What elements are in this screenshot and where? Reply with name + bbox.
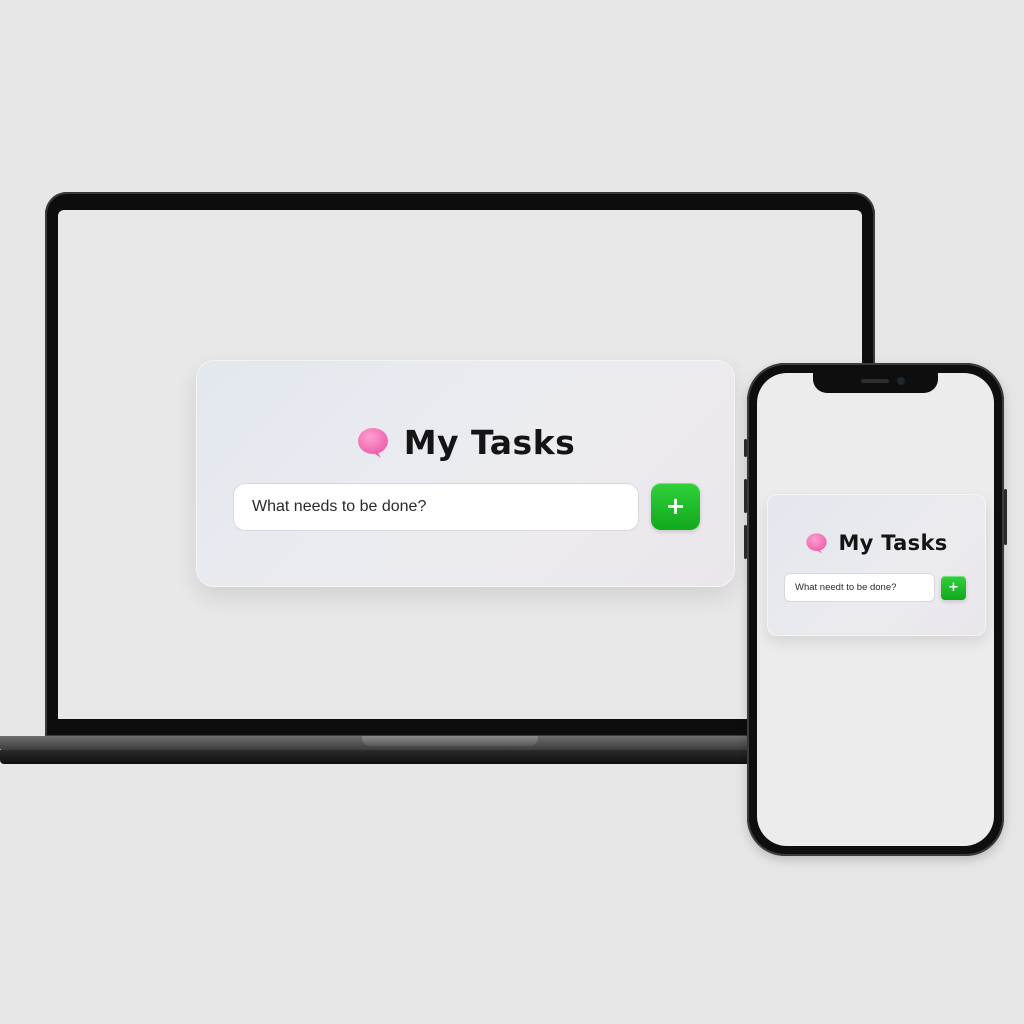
laptop-screen: My Tasks + [58, 210, 862, 719]
speech-bubble-icon [806, 532, 828, 554]
add-task-button[interactable]: + [651, 483, 700, 530]
phone-volume-button [744, 479, 747, 513]
phone-camera [897, 377, 905, 385]
laptop-base-edge [0, 750, 760, 764]
phone-notch [813, 373, 938, 393]
phone-volume-button [744, 439, 747, 457]
laptop-hinge-notch [362, 736, 538, 746]
new-task-input[interactable] [233, 483, 639, 531]
speech-bubble-icon [357, 427, 388, 458]
add-task-button-mobile[interactable]: + [941, 576, 966, 600]
page-title-mobile: My Tasks [838, 531, 948, 555]
phone-volume-button [744, 525, 747, 559]
task-card: My Tasks + [196, 360, 735, 587]
app-header-mobile: My Tasks [768, 531, 985, 555]
device-mockup-stage: My Tasks + [0, 0, 1024, 1024]
app-header: My Tasks [197, 423, 734, 462]
phone-power-button [1004, 489, 1007, 545]
phone-screen: My Tasks + [757, 373, 994, 846]
phone: My Tasks + [744, 363, 1007, 856]
task-card-mobile: My Tasks + [767, 494, 986, 636]
phone-speaker [861, 379, 889, 383]
page-title: My Tasks [403, 423, 576, 462]
new-task-input-mobile[interactable] [784, 573, 935, 602]
